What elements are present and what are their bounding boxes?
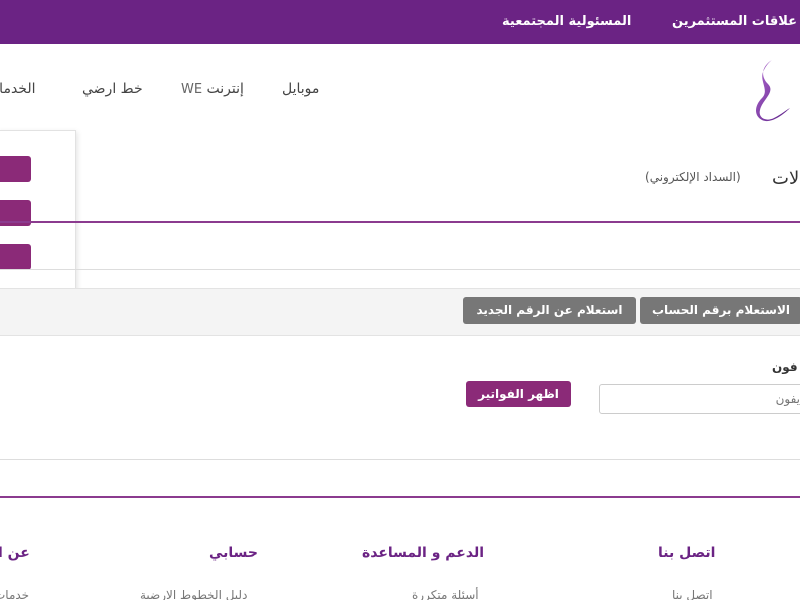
dropdown-button-3[interactable] bbox=[0, 244, 31, 270]
nav-item-mobile[interactable]: موبايل bbox=[282, 81, 319, 97]
footer-contact-link[interactable]: اتصل بنا bbox=[672, 588, 713, 600]
tab-new-number[interactable]: استعلام عن الرقم الجديد bbox=[463, 297, 636, 324]
nav-item-services[interactable]: الخدمات bbox=[0, 81, 36, 97]
footer-contact-heading: اتصل بنا bbox=[658, 545, 716, 561]
top-bar: علاقات المستثمرين المسئولية المجتمعية bbox=[0, 0, 800, 44]
footer-faq-link[interactable]: أسئلة متكررة bbox=[412, 588, 479, 600]
social-responsibility-link[interactable]: المسئولية المجتمعية bbox=[502, 14, 631, 29]
page-title: لات. bbox=[772, 168, 800, 189]
internet-label: إنترنت bbox=[206, 81, 244, 97]
form-divider bbox=[0, 459, 800, 460]
main-nav: موبايل WE إنترنت خط ارضي الخدمات bbox=[0, 44, 800, 134]
footer-support-heading: الدعم و المساعدة bbox=[362, 545, 484, 561]
section-divider bbox=[0, 269, 800, 270]
services-dropdown bbox=[0, 130, 76, 306]
we-label: WE bbox=[181, 82, 203, 97]
brand-logo-icon[interactable] bbox=[752, 58, 792, 124]
phone-label: فون bbox=[772, 360, 798, 374]
title-divider bbox=[0, 221, 800, 223]
nav-item-internet[interactable]: WE إنترنت bbox=[181, 81, 244, 97]
dropdown-button-1[interactable] bbox=[0, 156, 31, 182]
phone-input[interactable] bbox=[599, 384, 800, 414]
footer-account-heading: حسابي bbox=[209, 545, 259, 561]
footer-about-link[interactable]: خدمات bbox=[0, 588, 29, 600]
nav-item-landline[interactable]: خط ارضي bbox=[82, 81, 143, 97]
footer-about-heading: عن ا bbox=[0, 545, 30, 561]
footer-landline-guide-link[interactable]: دليل الخطوط الارضية bbox=[140, 588, 247, 600]
page-subtitle: (السداد الإلكتروني) bbox=[645, 170, 741, 184]
show-bills-button[interactable]: اظهر الفواتير bbox=[466, 381, 571, 407]
footer-divider bbox=[0, 496, 800, 498]
investor-relations-link[interactable]: علاقات المستثمرين bbox=[672, 14, 797, 29]
tab-by-account[interactable]: الاستعلام برقم الحساب bbox=[640, 297, 800, 324]
